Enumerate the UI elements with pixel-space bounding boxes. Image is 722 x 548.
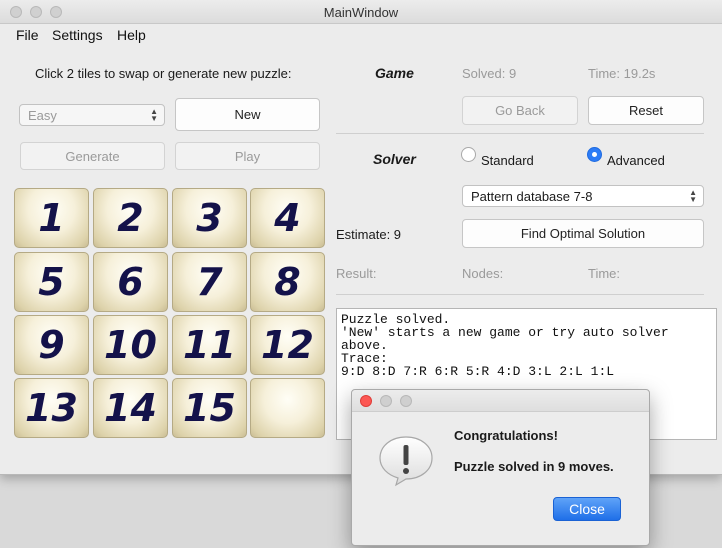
go-back-button[interactable]: Go Back <box>462 96 578 125</box>
result-label: Result: <box>336 266 377 281</box>
menu-file[interactable]: File <box>16 27 39 43</box>
window-title: MainWindow <box>323 5 399 20</box>
game-heading: Game <box>375 65 414 81</box>
congratulations-dialog: Congratulations! Puzzle solved in 9 move… <box>351 389 650 546</box>
puzzle-tile[interactable]: 7 <box>172 252 247 312</box>
puzzle-tile[interactable]: 15 <box>172 378 247 438</box>
method-value: Pattern database 7-8 <box>471 188 593 204</box>
dialog-heading: Congratulations! <box>454 428 558 443</box>
solved-count: Solved: 9 <box>462 66 517 81</box>
zoom-dialog-icon <box>400 395 412 407</box>
instruction-text: Click 2 tiles to swap or generate new pu… <box>35 66 292 81</box>
standard-label[interactable]: Standard <box>481 153 534 168</box>
new-button[interactable]: New <box>175 98 320 131</box>
puzzle-board: 1 2 3 4 5 6 7 8 9 10 11 12 13 14 15 <box>14 188 326 442</box>
puzzle-tile[interactable]: 8 <box>250 252 325 312</box>
title-bar[interactable]: MainWindow <box>0 0 722 24</box>
estimate-text: Estimate: 9 <box>336 227 402 242</box>
method-select[interactable]: Pattern database 7-8 ▲ ▼ <box>462 185 704 207</box>
menu-help[interactable]: Help <box>117 27 146 43</box>
puzzle-tile[interactable]: 1 <box>14 188 89 248</box>
puzzle-tile[interactable]: 3 <box>172 188 247 248</box>
menu-settings[interactable]: Settings <box>52 27 103 43</box>
difficulty-value: Easy <box>28 107 57 123</box>
play-button[interactable]: Play <box>175 142 320 170</box>
puzzle-tile[interactable]: 12 <box>250 315 325 375</box>
solver-heading: Solver <box>373 151 416 167</box>
puzzle-tile[interactable]: 4 <box>250 188 325 248</box>
puzzle-tile[interactable]: 11 <box>172 315 247 375</box>
dialog-message: Puzzle solved in 9 moves. <box>454 459 614 474</box>
divider <box>336 133 704 134</box>
puzzle-tile[interactable]: 10 <box>93 315 168 375</box>
game-time: Time: 19.2s <box>588 66 656 81</box>
advanced-radio[interactable] <box>587 147 602 162</box>
find-optimal-solution-button[interactable]: Find Optimal Solution <box>462 219 704 248</box>
close-dialog-icon[interactable] <box>360 395 372 407</box>
updown-arrows-icon: ▲ ▼ <box>689 188 697 204</box>
menu-bar: File Settings Help <box>0 24 722 46</box>
generate-button[interactable]: Generate <box>20 142 165 170</box>
reset-button[interactable]: Reset <box>588 96 704 125</box>
puzzle-tile[interactable]: 13 <box>14 378 89 438</box>
advanced-label[interactable]: Advanced <box>607 153 665 168</box>
puzzle-tile[interactable]: 2 <box>93 188 168 248</box>
empty-tile[interactable] <box>250 378 325 438</box>
minimize-dialog-icon <box>380 395 392 407</box>
updown-arrows-icon: ▲ ▼ <box>150 107 158 123</box>
puzzle-tile[interactable]: 14 <box>93 378 168 438</box>
difficulty-select[interactable]: Easy ▲ ▼ <box>19 104 165 126</box>
divider <box>336 294 704 295</box>
dialog-title-bar[interactable] <box>352 390 649 412</box>
puzzle-tile[interactable]: 6 <box>93 252 168 312</box>
puzzle-tile[interactable]: 9 <box>14 315 89 375</box>
puzzle-tile[interactable]: 5 <box>14 252 89 312</box>
standard-radio[interactable] <box>461 147 476 162</box>
warning-speech-bubble-icon <box>379 436 433 487</box>
solver-time-label: Time: <box>588 266 621 281</box>
nodes-label: Nodes: <box>462 266 504 281</box>
close-button[interactable]: Close <box>553 497 621 521</box>
